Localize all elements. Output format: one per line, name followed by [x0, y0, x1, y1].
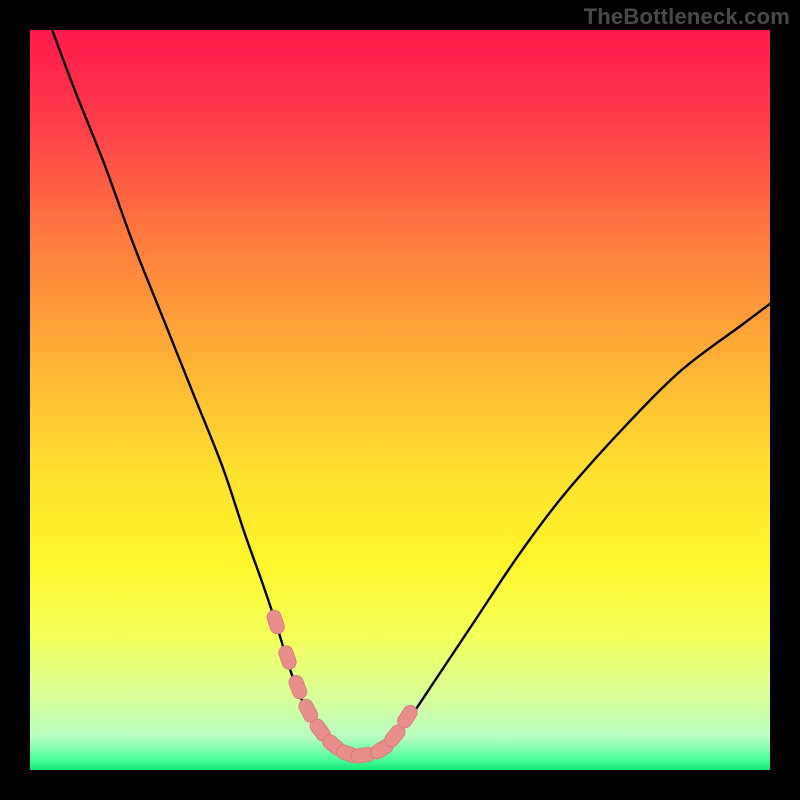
gradient-background: [30, 30, 770, 770]
chart-frame: TheBottleneck.com: [0, 0, 800, 800]
plot-area: [30, 30, 770, 770]
bottleneck-chart: [30, 30, 770, 770]
watermark-text: TheBottleneck.com: [584, 4, 790, 30]
